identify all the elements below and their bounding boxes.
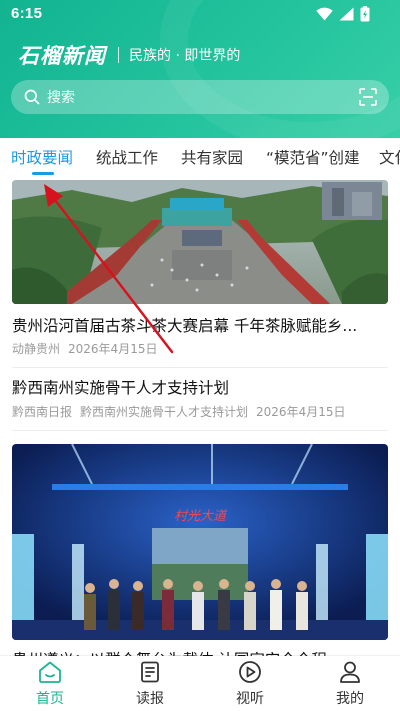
nav-newspaper-label: 读报: [136, 691, 164, 707]
status-bar: 6:15: [0, 0, 400, 28]
nav-newspaper[interactable]: 读报: [115, 659, 185, 708]
search-placeholder: 搜索: [47, 90, 75, 106]
news-date: 2026年4月15日: [256, 405, 346, 419]
nav-video-label: 视听: [236, 691, 264, 707]
feed-divider: [12, 367, 388, 368]
news-date: 2026年4月15日: [68, 342, 158, 356]
tab-model-province[interactable]: “模范省”创建: [266, 146, 360, 168]
news-meta-tea-festival: 动静贵州 2026年4月15日: [12, 340, 157, 357]
news-title-stage[interactable]: 贵州遵义：以群众舞台为载体 让国家安全全程...: [12, 648, 390, 656]
battery-icon: [360, 6, 370, 22]
nav-profile-label: 我的: [336, 691, 364, 707]
news-source: 黔西南日报: [12, 405, 73, 419]
play-circle-icon: [239, 661, 261, 683]
wifi-icon: [316, 7, 333, 21]
feed-divider: [12, 430, 388, 431]
active-tab-indicator: [32, 172, 54, 175]
tab-politics[interactable]: 时政要闻: [11, 146, 73, 168]
search-bar[interactable]: 搜索: [11, 80, 389, 114]
nav-home-label: 首页: [36, 691, 64, 707]
news-meta-talent-plan: 黔西南日报 黔西南州实施骨干人才支持计划 2026年4月15日: [12, 403, 345, 420]
news-title-tea-festival[interactable]: 贵州沿河首届古茶斗茶大赛启幕 千年茶脉赋能乡...: [12, 314, 390, 336]
stage-sign-text: 村光大道: [174, 509, 228, 524]
status-time: 6:15: [11, 5, 43, 22]
app-slogan: 民族的 · 即世界的: [129, 48, 241, 64]
bottom-navigation: 首页 读报 视听 我的: [0, 656, 400, 711]
brand-divider: [118, 47, 119, 63]
signal-icon: [339, 7, 354, 21]
brand-row: 石榴新闻 民族的 · 即世界的: [18, 41, 240, 69]
app-logo: 石榴新闻: [18, 43, 106, 68]
app-header: 6:15 石榴新闻 民族的 · 即世界的 搜索: [0, 0, 400, 138]
news-source: 动静贵州: [12, 342, 61, 356]
news-image-stage[interactable]: 村光大道: [12, 444, 388, 640]
scan-icon[interactable]: [359, 88, 377, 106]
stage-performance-photo: 村光大道: [12, 444, 388, 640]
search-icon: [24, 88, 42, 106]
newspaper-icon: [141, 661, 159, 683]
tab-united-front[interactable]: 统战工作: [96, 146, 158, 168]
profile-icon: [340, 661, 360, 683]
news-subtitle: 黔西南州实施骨干人才支持计划: [80, 405, 249, 419]
home-icon: [39, 661, 61, 683]
nav-profile[interactable]: 我的: [315, 659, 385, 708]
aerial-festival-photo: [12, 180, 388, 304]
nav-video[interactable]: 视听: [215, 659, 285, 708]
category-tabs: 时政要闻 统战工作 共有家园 “模范省”创建 文化: [0, 138, 400, 178]
status-icons: [316, 6, 370, 22]
news-feed[interactable]: 贵州沿河首届古茶斗茶大赛启幕 千年茶脉赋能乡... 动静贵州 2026年4月15日…: [0, 178, 400, 656]
news-title-talent-plan[interactable]: 黔西南州实施骨干人才支持计划: [12, 376, 390, 398]
news-image-tea-festival[interactable]: [12, 180, 388, 304]
tab-shared-home[interactable]: 共有家园: [181, 146, 243, 168]
tab-culture[interactable]: 文化: [379, 146, 400, 168]
nav-home[interactable]: 首页: [15, 659, 85, 708]
